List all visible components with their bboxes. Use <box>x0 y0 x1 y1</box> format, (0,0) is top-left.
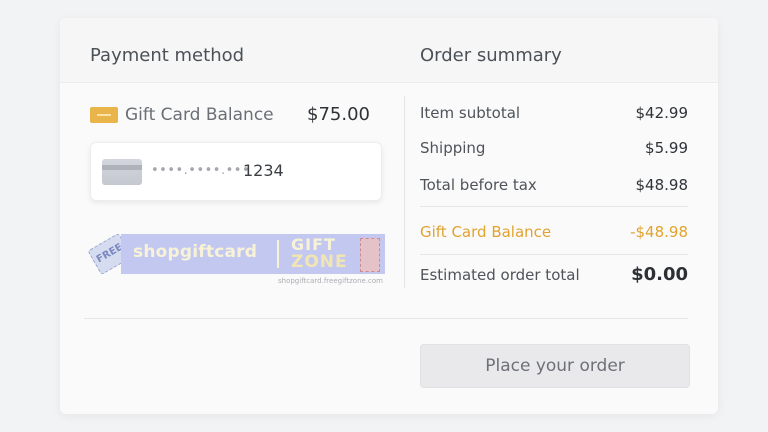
promo-brand-text: shopgiftcard <box>133 242 258 262</box>
promo-banner[interactable]: FREE shopgiftcard GIFT ZONE shopgiftcard… <box>87 230 390 290</box>
summary-value: $0.00 <box>631 264 688 285</box>
place-order-button[interactable]: Place your order <box>420 344 690 388</box>
gift-card-balance-row[interactable]: Gift Card Balance $75.00 <box>90 104 374 130</box>
summary-label: Gift Card Balance <box>420 223 552 241</box>
summary-row-total-before-tax: Total before tax $48.98 <box>420 176 688 198</box>
promo-separator <box>277 240 279 268</box>
promo-zone-text: ZONE <box>291 252 348 272</box>
gift-ticket-icon <box>360 238 380 272</box>
summary-value: $5.99 <box>645 139 688 157</box>
card-masked-number: ••••.••••.••• <box>151 163 251 178</box>
summary-row-gift-card: Gift Card Balance -$48.98 <box>420 223 688 245</box>
summary-row-estimated-total: Estimated order total $0.00 <box>420 264 688 288</box>
column-divider <box>404 96 405 288</box>
summary-value: $42.99 <box>635 104 689 122</box>
order-summary-title: Order summary <box>420 45 562 66</box>
summary-row-subtotal: Item subtotal $42.99 <box>420 104 688 126</box>
summary-divider <box>420 254 688 255</box>
summary-value: $48.98 <box>635 176 689 194</box>
footer-divider <box>84 318 688 319</box>
summary-label: Shipping <box>420 139 486 157</box>
summary-label: Item subtotal <box>420 104 521 122</box>
gift-card-label: Gift Card Balance <box>125 105 274 125</box>
summary-value: -$48.98 <box>630 223 688 241</box>
saved-card-option[interactable]: ••••.••••.••• 1234 <box>90 142 382 201</box>
gift-card-icon <box>90 107 118 123</box>
summary-label: Total before tax <box>420 176 537 194</box>
summary-label: Estimated order total <box>420 266 580 284</box>
summary-row-shipping: Shipping $5.99 <box>420 139 688 161</box>
payment-method-title: Payment method <box>90 45 245 66</box>
checkout-card: Payment method Order summary Gift Card B… <box>60 18 718 414</box>
promo-url: shopgiftcard.freegiftzone.com <box>278 277 383 285</box>
promo-banner-body[interactable]: shopgiftcard GIFT ZONE <box>121 234 385 274</box>
gift-card-amount: $75.00 <box>307 104 370 125</box>
credit-card-icon <box>102 159 142 185</box>
summary-divider <box>420 206 688 207</box>
card-last-four: 1234 <box>243 161 284 180</box>
